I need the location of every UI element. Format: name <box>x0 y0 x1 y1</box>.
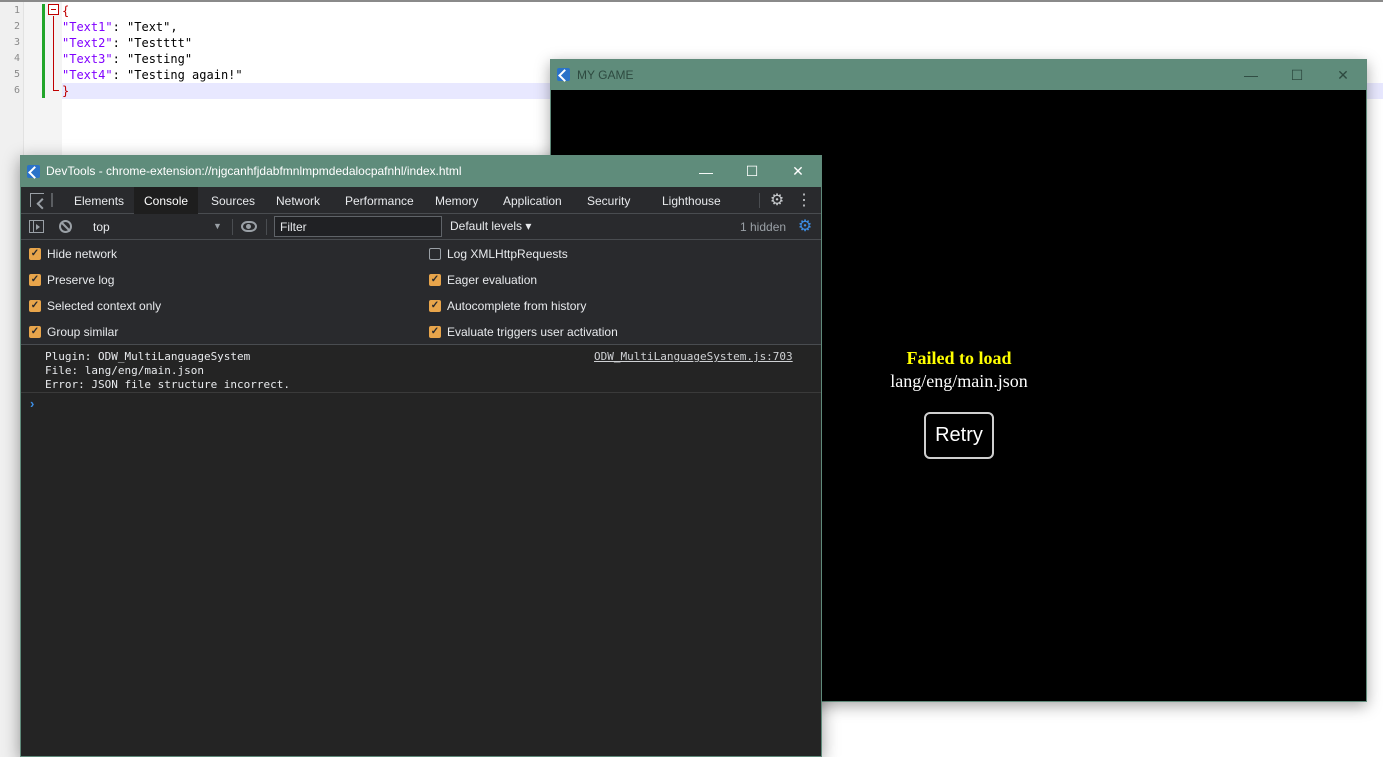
filter-input[interactable] <box>274 216 442 237</box>
console-toolbar: top ▼ Default levels ▾ 1 hidden ⚙ <box>21 214 821 240</box>
hidden-messages-count: 1 hidden <box>740 220 787 234</box>
option-preserve-log[interactable]: ✓ Preserve log <box>29 272 114 288</box>
toolbar-separator <box>232 219 233 235</box>
code-line-1[interactable]: { <box>62 3 69 19</box>
editor-top-border <box>0 0 1383 2</box>
tab-network[interactable]: Network <box>266 187 330 214</box>
minimize-button[interactable]: — <box>683 156 729 187</box>
gear-icon[interactable]: ⚙ <box>768 191 786 209</box>
fold-guide-line <box>53 16 54 90</box>
maximize-button[interactable]: ☐ <box>1274 60 1320 90</box>
code-line-6[interactable]: } <box>62 83 69 99</box>
line-number: 5 <box>13 69 20 80</box>
tab-lighthouse[interactable]: Lighthouse <box>652 187 731 214</box>
log-text-line: File: lang/eng/main.json <box>45 364 204 377</box>
console-settings-gear-icon[interactable]: ⚙ <box>796 217 814 235</box>
checkbox-checked-icon[interactable]: ✓ <box>429 326 441 338</box>
checkbox-checked-icon[interactable]: ✓ <box>29 326 41 338</box>
devtools-tab-bar: Elements Console Sources Network Perform… <box>21 187 821 214</box>
show-sidebar-icon[interactable] <box>29 220 44 233</box>
app-icon <box>557 68 570 81</box>
live-expression-eye-icon[interactable] <box>241 221 257 232</box>
close-button[interactable]: ✕ <box>775 156 821 187</box>
line-number: 4 <box>13 53 20 64</box>
game-titlebar[interactable]: MY GAME — ☐ ✕ <box>551 60 1366 90</box>
chevron-down-icon: ▼ <box>213 221 222 231</box>
close-button[interactable]: ✕ <box>1320 60 1366 90</box>
line-number: 1 <box>13 5 20 16</box>
tab-performance[interactable]: Performance <box>335 187 424 214</box>
code-line-3[interactable]: "Text2": "Testttt" <box>62 35 192 51</box>
inspect-element-icon[interactable] <box>30 193 44 207</box>
devtools-window-title: DevTools - chrome-extension://njgcanhfjd… <box>46 164 462 178</box>
clear-console-icon[interactable] <box>59 220 72 233</box>
desktop: 1 2 3 4 5 6 { "Text1": "Text", "Text2": … <box>0 0 1383 757</box>
tab-divider <box>51 193 53 207</box>
console-message: Plugin: ODW_MultiLanguageSystem File: la… <box>21 345 821 393</box>
code-line-5[interactable]: "Text4": "Testing again!" <box>62 67 243 83</box>
checkbox-unchecked-icon[interactable] <box>429 248 441 260</box>
more-options-icon[interactable]: ⋮ <box>796 191 812 209</box>
option-group-similar[interactable]: ✓ Group similar <box>29 324 118 340</box>
change-history-bar <box>42 4 45 98</box>
devtools-window: DevTools - chrome-extension://njgcanhfjd… <box>20 155 822 757</box>
fold-collapse-icon[interactable] <box>48 4 59 15</box>
checkbox-checked-icon[interactable]: ✓ <box>29 300 41 312</box>
checkbox-checked-icon[interactable]: ✓ <box>429 300 441 312</box>
tab-elements[interactable]: Elements <box>64 187 134 214</box>
log-text-line: Plugin: ODW_MultiLanguageSystem <box>45 350 251 363</box>
code-line-2[interactable]: "Text1": "Text", <box>62 19 178 35</box>
line-number: 3 <box>13 37 20 48</box>
option-eager-evaluation[interactable]: ✓ Eager evaluation <box>429 272 537 288</box>
option-log-xmlhttprequests[interactable]: Log XMLHttpRequests <box>429 246 568 262</box>
console-prompt-icon[interactable]: › <box>30 396 34 411</box>
maximize-button[interactable]: ☐ <box>729 156 775 187</box>
error-file-path: lang/eng/main.json <box>890 371 1028 391</box>
fold-guide-end <box>53 90 59 91</box>
option-evaluate-triggers-activation[interactable]: ✓ Evaluate triggers user activation <box>429 324 618 340</box>
error-title: Failed to load <box>906 348 1012 368</box>
context-selector[interactable]: top <box>87 217 227 237</box>
toolbar-separator <box>266 219 267 235</box>
tab-console[interactable]: Console <box>134 187 199 214</box>
tab-separator <box>759 193 760 208</box>
log-levels-dropdown[interactable]: Default levels ▾ <box>450 219 531 233</box>
game-window-title: MY GAME <box>577 68 634 82</box>
option-selected-context-only[interactable]: ✓ Selected context only <box>29 298 161 314</box>
log-source-link[interactable]: ODW_MultiLanguageSystem.js:703 <box>594 350 793 363</box>
log-text-line: Error: JSON file structure incorrect. <box>45 378 291 391</box>
option-autocomplete-history[interactable]: ✓ Autocomplete from history <box>429 298 586 314</box>
devtools-titlebar[interactable]: DevTools - chrome-extension://njgcanhfjd… <box>21 156 821 187</box>
line-number: 6 <box>13 85 20 96</box>
tab-application[interactable]: Application <box>493 187 572 214</box>
app-icon <box>27 165 40 178</box>
retry-button[interactable]: Retry <box>924 412 994 459</box>
checkbox-checked-icon[interactable]: ✓ <box>29 274 41 286</box>
tab-sources[interactable]: Sources <box>201 187 265 214</box>
line-number: 2 <box>13 21 20 32</box>
option-hide-network[interactable]: ✓ Hide network <box>29 246 117 262</box>
code-line-4[interactable]: "Text3": "Testing" <box>62 51 192 67</box>
console-settings-pane: ✓ Hide network ✓ Preserve log ✓ Selected… <box>21 240 821 345</box>
tab-security[interactable]: Security <box>577 187 640 214</box>
checkbox-checked-icon[interactable]: ✓ <box>29 248 41 260</box>
minimize-button[interactable]: — <box>1228 60 1274 90</box>
tab-memory[interactable]: Memory <box>425 187 488 214</box>
checkbox-checked-icon[interactable]: ✓ <box>429 274 441 286</box>
